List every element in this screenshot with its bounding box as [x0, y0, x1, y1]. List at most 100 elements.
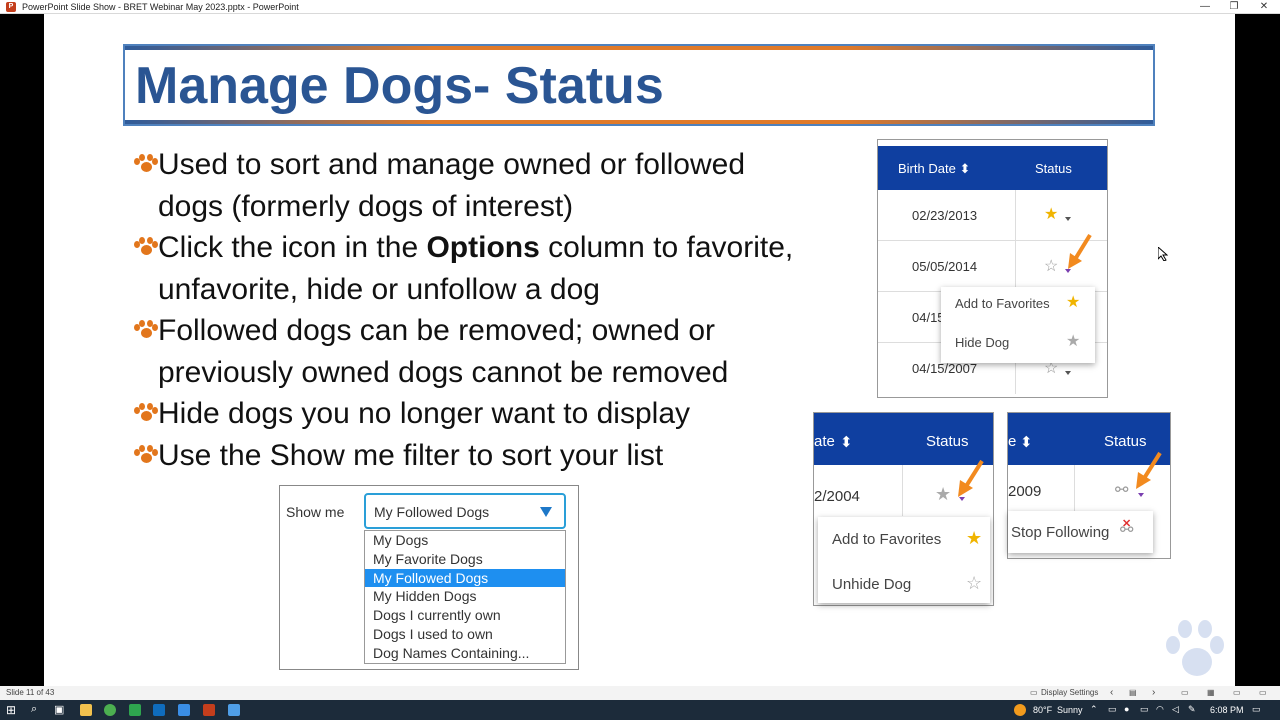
status-menu-popup: Add to Favorites ★ Hide Dog ★ — [941, 287, 1095, 363]
add-to-favorites-item[interactable]: Add to Favorites — [832, 531, 941, 548]
hidden-star-icon[interactable]: ★ — [935, 485, 951, 503]
bullet-item: Hide dogs you no longer want to display — [132, 393, 812, 435]
slide: Manage Dogs- Status Used to sort and man… — [44, 14, 1235, 686]
task-view-icon[interactable]: ▣ — [54, 703, 64, 716]
option-my-hidden-dogs[interactable]: My Hidden Dogs — [365, 587, 565, 606]
hide-star-icon: ★ — [1066, 333, 1081, 350]
status-table-3: e ⬍ Status 2009 ⚯ Stop Following ⚯ ✕ — [1007, 412, 1171, 559]
powerpoint-icon: P — [6, 1, 16, 12]
weather-sun-icon — [1014, 704, 1026, 716]
display-settings-icon[interactable]: ▭ — [1030, 688, 1038, 697]
status-menu-popup: Stop Following ⚯ ✕ — [1008, 511, 1153, 553]
volume-icon[interactable]: ◁ — [1172, 704, 1179, 715]
bullet-list: Used to sort and manage owned or followe… — [132, 144, 812, 476]
birth-date-label: Birth Date — [898, 161, 956, 176]
binoculars-icon[interactable]: ⚯ — [1115, 483, 1128, 499]
notifications-icon[interactable]: ▭ — [1252, 704, 1261, 715]
unhide-dog-item[interactable]: Unhide Dog — [832, 576, 911, 593]
chat-app-icon[interactable] — [129, 704, 141, 716]
bullet-item: Click the icon in the Options column to … — [132, 227, 812, 310]
search-icon[interactable]: ⌕ — [31, 703, 37, 716]
caret-icon[interactable] — [1138, 493, 1144, 497]
caret-icon[interactable] — [1065, 371, 1071, 375]
windows-taskbar: ⊞ ⌕ ▣ 80°F Sunny ⌃ ▭ ● ▭ ◠ ◁ ✎ 6:08 PM ▭ — [0, 700, 1280, 720]
pen-icon[interactable]: ✎ — [1188, 704, 1196, 715]
cell-divider — [1015, 190, 1016, 241]
cell-divider — [1015, 241, 1016, 292]
paw-icon — [134, 237, 158, 259]
birth-date-cell: 02/23/2013 — [912, 208, 978, 223]
system-tray-icon[interactable]: ▭ — [1108, 704, 1117, 715]
status-table-1: Birth Date ⬍ Status 02/23/2013 ★ 05/05/2… — [877, 139, 1108, 398]
bullet-text: Hide dogs you no longer want to display — [158, 397, 691, 430]
windows-start-icon[interactable]: ⊞ — [6, 703, 16, 717]
restore-button[interactable]: ❐ — [1219, 0, 1249, 14]
option-dog-names-containing[interactable]: Dog Names Containing... — [365, 644, 565, 663]
window-title: PowerPoint Slide Show - BRET Webinar May… — [22, 1, 299, 12]
powerpoint-taskbar-icon[interactable] — [203, 704, 215, 716]
app-icon[interactable] — [228, 704, 240, 716]
dropdown-arrow-icon — [540, 507, 552, 517]
status-header: Status — [1104, 433, 1147, 450]
add-to-favorites-item[interactable]: Add to Favorites — [955, 296, 1050, 311]
wifi-icon[interactable]: ◠ — [1156, 704, 1164, 715]
microphone-icon[interactable]: ● — [1124, 704, 1129, 714]
app-icon[interactable] — [178, 704, 190, 716]
caret-icon[interactable] — [1065, 217, 1071, 221]
slideshow-status-bar: Slide 11 of 43 ▭ Display Settings ‹ ▤ › … — [0, 686, 1280, 700]
date-cell: 2009 — [1008, 483, 1042, 500]
orange-arrow-icon — [1068, 233, 1092, 269]
date-header-fragment: e — [1008, 433, 1017, 450]
bullet-item: Followed dogs can be removed; owned or p… — [132, 310, 812, 393]
display-settings-button[interactable]: Display Settings — [1041, 688, 1098, 697]
hide-dog-item[interactable]: Hide Dog — [955, 335, 1009, 350]
remove-x-icon: ✕ — [1122, 518, 1132, 530]
option-my-followed-dogs[interactable]: My Followed Dogs — [365, 568, 565, 588]
show-me-selected-value: My Followed Dogs — [374, 504, 490, 520]
outlook-icon[interactable] — [153, 704, 165, 716]
chevron-up-icon[interactable]: ⌃ — [1090, 704, 1098, 715]
paw-watermark-icon — [1166, 618, 1224, 680]
option-my-favorite-dogs[interactable]: My Favorite Dogs — [365, 550, 565, 569]
slide-title: Manage Dogs- Status — [135, 57, 664, 115]
gold-star-icon: ★ — [966, 528, 983, 548]
reading-view-icon[interactable]: ▭ — [1233, 688, 1241, 697]
file-explorer-icon[interactable] — [80, 704, 92, 716]
slide-sorter-icon[interactable]: ▤ — [1129, 688, 1137, 697]
show-me-filter: Show me My Followed Dogs My Dogs My Favo… — [279, 485, 579, 670]
paw-icon — [134, 403, 158, 425]
normal-view-icon[interactable]: ▭ — [1181, 688, 1189, 697]
birth-date-cell: 05/05/2014 — [912, 259, 978, 274]
sort-icon: ⬍ — [1020, 434, 1033, 451]
status-header: Status — [926, 433, 969, 450]
minimize-button[interactable]: — — [1190, 0, 1220, 14]
next-slide-icon[interactable]: › — [1152, 687, 1155, 698]
empty-star-icon[interactable]: ☆ — [1044, 361, 1058, 377]
stop-following-item[interactable]: Stop Following — [1011, 524, 1109, 541]
orange-arrow-icon — [1136, 451, 1162, 489]
slideshow-view-icon[interactable]: ▭ — [1259, 688, 1267, 697]
birth-date-header[interactable]: Birth Date ⬍ — [898, 161, 970, 177]
previous-slide-icon[interactable]: ‹ — [1110, 687, 1113, 698]
network-icon[interactable]: ▭ — [1140, 704, 1149, 715]
close-button[interactable]: ✕ — [1249, 0, 1279, 14]
empty-star-icon[interactable]: ☆ — [1044, 259, 1058, 275]
birth-date-cell: 04/15/2007 — [912, 361, 978, 376]
show-me-select[interactable]: My Followed Dogs — [364, 493, 566, 529]
paw-icon — [134, 320, 158, 342]
slide-sorter-view-icon[interactable]: ▦ — [1207, 688, 1215, 697]
option-dogs-used-to-own[interactable]: Dogs I used to own — [365, 625, 565, 644]
temperature: 80°F — [1033, 705, 1053, 715]
slide-counter: Slide 11 of 43 — [6, 688, 55, 697]
cell-divider — [1074, 465, 1075, 511]
bullet-text: Use the Show me filter to sort your list — [158, 438, 664, 472]
table-header: Birth Date ⬍ Status — [878, 146, 1107, 190]
cell-divider — [902, 465, 903, 516]
favorite-star-icon[interactable]: ★ — [1044, 207, 1058, 223]
option-dogs-currently-own[interactable]: Dogs I currently own — [365, 606, 565, 625]
status-table-2: ate ⬍ Status 2/2004 ★ Add to Favorites ★… — [813, 412, 994, 606]
chrome-icon[interactable] — [104, 704, 116, 716]
powerpoint-slideshow-window: P PowerPoint Slide Show - BRET Webinar M… — [0, 0, 1280, 720]
option-my-dogs[interactable]: My Dogs — [365, 531, 565, 550]
empty-star-icon: ☆ — [966, 573, 983, 593]
